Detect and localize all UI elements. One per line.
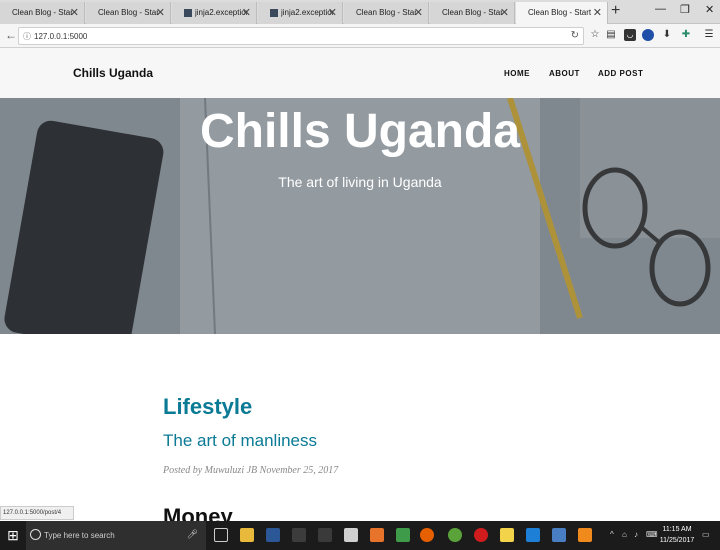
post-subtitle[interactable]: The art of manliness bbox=[163, 431, 317, 451]
windows-start-icon[interactable]: ⊞ bbox=[0, 521, 26, 550]
microphone-icon[interactable]: 🎤︎ bbox=[187, 529, 198, 540]
clipboard-icon[interactable]: ▤ bbox=[605, 29, 617, 41]
action-center-icon[interactable]: ▭ bbox=[702, 530, 710, 539]
vlc-icon[interactable] bbox=[578, 528, 592, 542]
app-icon[interactable] bbox=[292, 528, 306, 542]
nav-link-add-post[interactable]: ADD POST bbox=[598, 69, 643, 78]
download-icon[interactable]: ⬇ bbox=[661, 29, 673, 41]
window-close-icon[interactable]: ✕ bbox=[705, 3, 714, 16]
hero-title: Chills Uganda bbox=[199, 105, 521, 158]
pycharm-icon[interactable] bbox=[396, 528, 410, 542]
windows-taskbar: ⊞ Type here to search 🎤︎ ^ ⌂ ♪ ⌨ 11:15 A… bbox=[0, 521, 720, 550]
hero-header: Chills Uganda The art of living in Ugand… bbox=[0, 98, 720, 334]
close-icon[interactable]: ✕ bbox=[156, 6, 165, 19]
close-icon[interactable]: ✕ bbox=[500, 6, 509, 19]
close-icon[interactable]: ✕ bbox=[242, 6, 251, 19]
console-favicon-icon bbox=[184, 9, 192, 17]
clock-time: 11:15 AM bbox=[662, 526, 692, 533]
post-title[interactable]: Lifestyle bbox=[163, 394, 252, 420]
close-icon[interactable]: ✕ bbox=[328, 6, 337, 19]
status-bar-url: 127.0.0.1:5000/post/4 bbox=[0, 506, 74, 520]
tab-title: Clean Blog - Start Boots bbox=[12, 8, 72, 17]
close-icon[interactable]: ✕ bbox=[593, 6, 602, 19]
info-icon[interactable]: ⓘ bbox=[23, 31, 31, 42]
cortana-icon bbox=[30, 529, 41, 540]
post-meta: Posted by Muwuluzi JB November 25, 2017 bbox=[163, 465, 339, 476]
browser-tab[interactable]: jinja2.exceptions.Un ✕ bbox=[258, 2, 343, 24]
clock-date: 11/25/2017 bbox=[659, 537, 695, 544]
app-icon[interactable] bbox=[318, 528, 332, 542]
browser-tab[interactable]: Clean Blog - Start Boots ✕ bbox=[86, 2, 171, 24]
url-text: 127.0.0.1:5000 bbox=[34, 32, 88, 41]
url-bar[interactable]: ⓘ 127.0.0.1:5000 ↻ bbox=[18, 27, 584, 45]
reload-icon[interactable]: ↻ bbox=[571, 30, 579, 41]
browser-tab[interactable]: jinja2.exceptions.Tem ✕ bbox=[172, 2, 257, 24]
post-title[interactable]: Money bbox=[163, 504, 233, 521]
tab-title: Clean Blog - Start Boots bbox=[528, 8, 594, 17]
nav-link-home[interactable]: HOME bbox=[504, 69, 530, 78]
edge-icon[interactable] bbox=[526, 528, 540, 542]
hero-subtitle: The art of living in Uganda bbox=[278, 174, 442, 190]
close-icon[interactable]: ✕ bbox=[70, 6, 79, 19]
tab-title: Clean Blog - Start Boots bbox=[98, 8, 158, 17]
firefox-icon[interactable] bbox=[420, 528, 434, 542]
tab-title: jinja2.exceptions.Un bbox=[281, 8, 333, 17]
minimize-icon[interactable]: — bbox=[655, 3, 666, 15]
taskbar-clock[interactable]: 11:15 AM 11/25/2017 bbox=[656, 524, 698, 546]
store-icon[interactable] bbox=[344, 528, 358, 542]
browser-toolbar: ← ⓘ 127.0.0.1:5000 ↻ ☆ ▤ ◡ ⬇ ✚ ☰ bbox=[0, 24, 720, 48]
word-icon[interactable] bbox=[266, 528, 280, 542]
menu-icon[interactable]: ☰ bbox=[703, 29, 715, 41]
tab-title: jinja2.exceptions.Tem bbox=[195, 8, 247, 17]
browser-tab-strip: Clean Blog - Start Boots ✕ Clean Blog - … bbox=[0, 0, 720, 24]
close-icon[interactable]: ✕ bbox=[414, 6, 423, 19]
opera-icon[interactable] bbox=[474, 528, 488, 542]
tab-title: Clean Blog - Start Boots bbox=[442, 8, 502, 17]
file-explorer-icon[interactable] bbox=[240, 528, 254, 542]
taskbar-search[interactable]: Type here to search 🎤︎ bbox=[26, 521, 206, 550]
browser-tab[interactable]: Clean Blog - Start Boots ✕ bbox=[0, 2, 85, 24]
app-icon[interactable] bbox=[552, 528, 566, 542]
network-icon[interactable]: ⌂ bbox=[622, 530, 627, 539]
browser-tab[interactable]: Clean Blog - Start Boots ✕ bbox=[430, 2, 515, 24]
app-icon[interactable] bbox=[448, 528, 462, 542]
nav-link-about[interactable]: ABOUT bbox=[549, 69, 580, 78]
task-view-icon[interactable] bbox=[214, 528, 228, 542]
restore-icon[interactable]: ❐ bbox=[680, 3, 690, 16]
xampp-icon[interactable] bbox=[370, 528, 384, 542]
site-brand[interactable]: Chills Uganda bbox=[73, 66, 153, 80]
bookmark-star-icon[interactable]: ☆ bbox=[589, 29, 601, 41]
new-tab-button[interactable]: + bbox=[611, 2, 620, 20]
site-navbar: Chills Uganda HOME ABOUT ADD POST bbox=[0, 48, 720, 98]
volume-icon[interactable]: ♪ bbox=[634, 530, 638, 539]
sticky-notes-icon[interactable] bbox=[500, 528, 514, 542]
search-placeholder: Type here to search bbox=[44, 531, 115, 540]
back-arrow-icon[interactable]: ← bbox=[5, 28, 17, 42]
browser-tab-active[interactable]: Clean Blog - Start Boots ✕ bbox=[516, 2, 608, 24]
extension-icon[interactable] bbox=[642, 29, 654, 41]
browser-tab[interactable]: Clean Blog - Start Boots ✕ bbox=[344, 2, 429, 24]
console-favicon-icon bbox=[270, 9, 278, 17]
tab-title: Clean Blog - Start Boots bbox=[356, 8, 416, 17]
pocket-icon[interactable]: ◡ bbox=[624, 29, 636, 41]
tray-chevron-icon[interactable]: ^ bbox=[610, 530, 614, 539]
puzzle-extension-icon[interactable]: ✚ bbox=[680, 29, 692, 41]
